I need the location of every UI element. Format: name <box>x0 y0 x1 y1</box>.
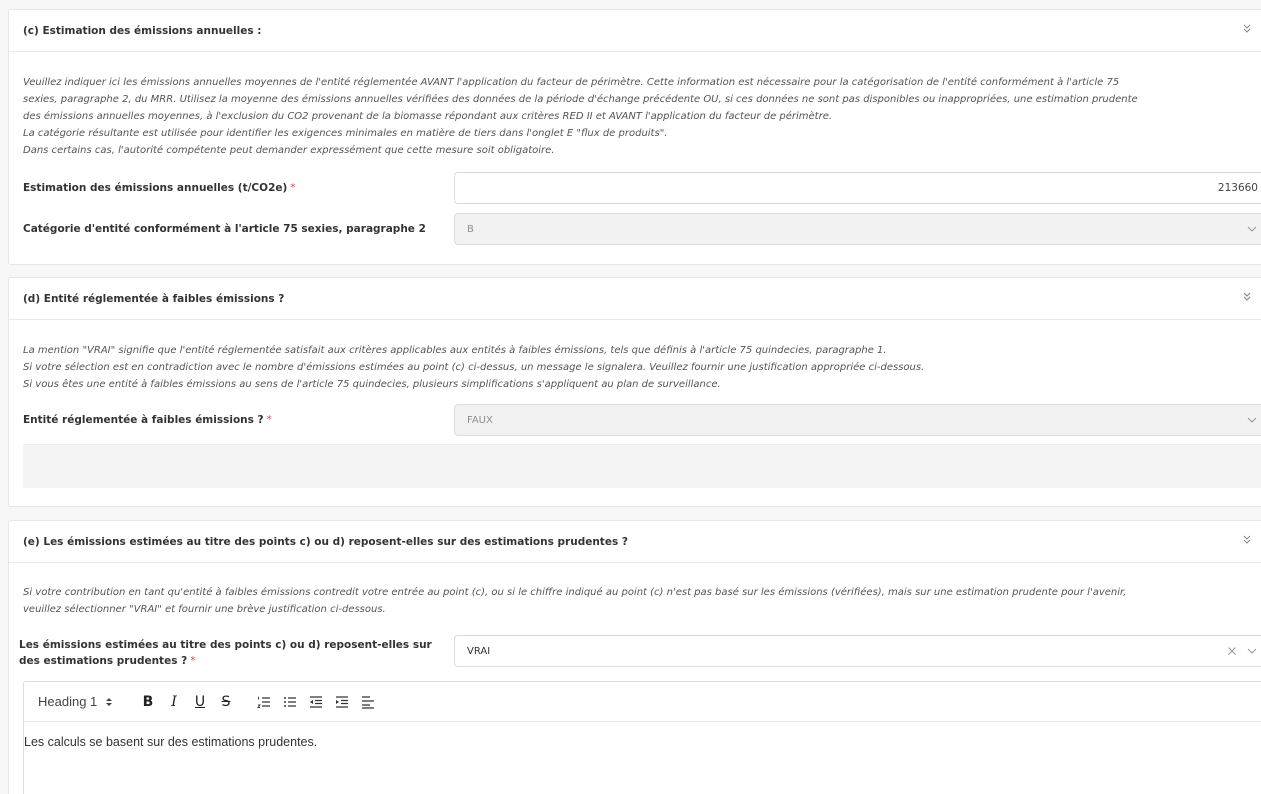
heading-select-value: Heading 1 <box>38 694 98 709</box>
bold-button[interactable]: B <box>138 692 158 712</box>
low-emission-row: Entité réglementée à faibles émissions ?… <box>23 404 1261 436</box>
rich-text-editor: Heading 1 B I U S Les calculs se basent … <box>23 681 1261 794</box>
estimation-input[interactable]: 213660 <box>454 172 1261 204</box>
required-marker: * <box>290 182 296 194</box>
estimation-row: Estimation des émissions annuelles (t/CO… <box>23 172 1261 204</box>
heading-select[interactable]: Heading 1 <box>38 694 138 709</box>
section-d-header[interactable]: (d) Entité réglementée à faibles émissio… <box>9 278 1261 320</box>
category-value: B <box>467 223 474 235</box>
section-c-card: (c) Estimation des émissions annuelles :… <box>8 9 1261 265</box>
updown-icon <box>105 696 113 708</box>
indent-icon[interactable] <box>332 692 352 712</box>
section-e-card: (e) Les émissions estimées au titre des … <box>8 520 1261 794</box>
conservative-row: Les émissions estimées au titre des poin… <box>19 635 1261 671</box>
conservative-label: Les émissions estimées au titre des poin… <box>19 639 432 667</box>
conservative-select[interactable]: VRAI <box>454 635 1261 667</box>
low-emission-select[interactable]: FAUX <box>454 404 1261 436</box>
strike-button[interactable]: S <box>216 692 236 712</box>
editor-toolbar: Heading 1 B I U S <box>24 682 1261 722</box>
outdent-icon[interactable] <box>306 692 326 712</box>
section-c-header[interactable]: (c) Estimation des émissions annuelles : <box>9 10 1261 52</box>
editor-content[interactable]: Les calculs se basent sur des estimation… <box>24 722 1261 749</box>
clear-x-icon[interactable] <box>1226 645 1238 657</box>
section-c-description: Veuillez indiquer ici les émissions annu… <box>23 77 1138 156</box>
chevrons-down-icon[interactable] <box>1241 22 1253 36</box>
chevron-down-icon <box>1246 223 1258 235</box>
section-e-header[interactable]: (e) Les émissions estimées au titre des … <box>9 521 1261 563</box>
estimation-label: Estimation des émissions annuelles (t/CO… <box>23 182 296 194</box>
category-row: Catégorie d'entité conformément à l'arti… <box>23 213 1261 245</box>
bullet-list-icon[interactable] <box>280 692 300 712</box>
section-e-description: Si votre contribution en tant qu'entité … <box>23 587 1127 615</box>
chevron-down-icon <box>1246 414 1258 426</box>
chevron-down-icon[interactable] <box>1246 645 1258 657</box>
section-d-description: La mention "VRAI" signifie que l'entité … <box>23 345 925 390</box>
section-d-card: (d) Entité réglementée à faibles émissio… <box>8 277 1261 507</box>
italic-button[interactable]: I <box>164 692 184 712</box>
low-emission-value: FAUX <box>467 414 493 426</box>
category-label: Catégorie d'entité conformément à l'arti… <box>23 223 426 235</box>
ordered-list-icon[interactable] <box>254 692 274 712</box>
required-marker: * <box>190 655 196 667</box>
required-marker: * <box>266 414 272 426</box>
align-icon[interactable] <box>358 692 378 712</box>
justification-box[interactable] <box>23 444 1261 488</box>
chevrons-down-icon[interactable] <box>1241 290 1253 304</box>
category-select[interactable]: B <box>454 213 1261 245</box>
estimation-value: 213660 <box>1217 182 1258 194</box>
conservative-value: VRAI <box>467 645 491 657</box>
underline-button[interactable]: U <box>190 692 210 712</box>
low-emission-label: Entité réglementée à faibles émissions ?… <box>23 414 272 426</box>
section-d-title: (d) Entité réglementée à faibles émissio… <box>23 292 285 305</box>
section-c-title: (c) Estimation des émissions annuelles : <box>23 24 262 37</box>
editor-text: Les calculs se basent sur des estimation… <box>24 735 318 749</box>
chevrons-down-icon[interactable] <box>1241 533 1253 547</box>
section-e-title: (e) Les émissions estimées au titre des … <box>23 535 628 548</box>
